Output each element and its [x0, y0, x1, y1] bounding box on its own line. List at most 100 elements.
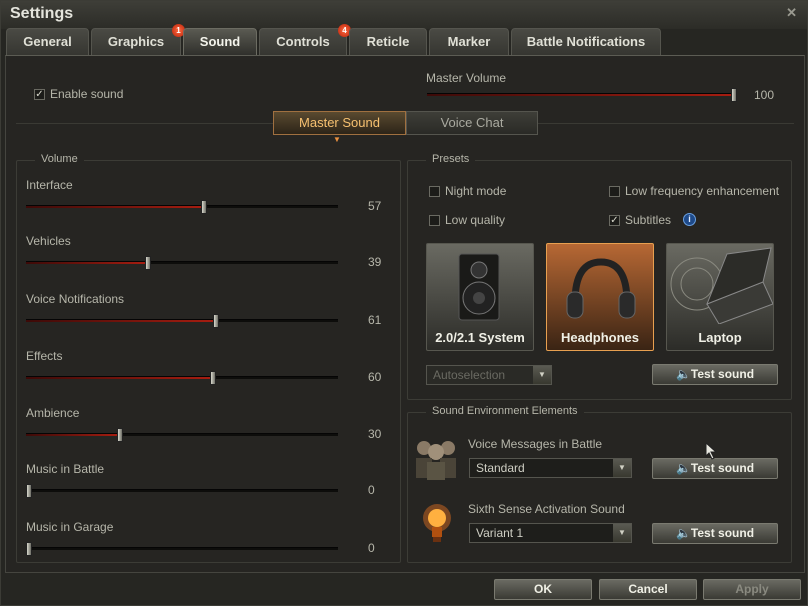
tab-general[interactable]: General — [6, 28, 89, 55]
slider-thumb[interactable] — [210, 371, 216, 385]
volume-slider-label: Vehicles — [26, 234, 71, 248]
button-label: Test sound — [690, 367, 755, 381]
master-sound-tab[interactable]: Master Sound — [273, 111, 406, 135]
sound-settings-panel: ✓ Enable sound Master Volume 100 Master … — [5, 55, 805, 573]
volume-slider-value: 0 — [368, 541, 375, 555]
slider-fill — [26, 320, 216, 322]
preset-label: Laptop — [698, 330, 742, 345]
preset-label: 2.0/2.1 System — [435, 330, 525, 345]
presets-group-title: Presets — [426, 153, 476, 165]
slider-thumb[interactable] — [117, 428, 123, 442]
slider-fill — [26, 206, 204, 208]
volume-slider-value: 30 — [368, 427, 382, 441]
tab-sound[interactable]: Sound — [183, 28, 257, 56]
sixth-sense-dropdown[interactable]: Variant 1 ▼ — [469, 523, 632, 543]
laptop-icon — [670, 247, 773, 325]
night-mode-checkbox[interactable] — [429, 186, 440, 197]
low-quality-label: Low quality — [445, 213, 506, 227]
volume-slider[interactable] — [26, 484, 338, 498]
tab-battle-notifications[interactable]: Battle Notifications — [511, 28, 661, 55]
voice-chat-tab[interactable]: Voice Chat — [406, 111, 538, 135]
volume-slider-label: Effects — [26, 349, 63, 363]
volume-slider-label: Music in Battle — [26, 462, 105, 476]
tab-marker[interactable]: Marker — [429, 28, 509, 55]
speaker-icon: 🔈 — [675, 367, 691, 381]
enable-sound-checkbox[interactable]: ✓ — [34, 89, 45, 100]
slider-thumb[interactable] — [213, 314, 219, 328]
tab-reticle[interactable]: Reticle — [349, 28, 427, 55]
volume-group-title: Volume — [35, 153, 84, 165]
test-sound-button[interactable]: 🔈Test sound — [652, 523, 778, 544]
preset-laptop[interactable]: Laptop — [666, 243, 774, 351]
mouse-cursor-icon — [705, 442, 718, 460]
volume-slider[interactable] — [26, 256, 338, 270]
tab-label: General — [23, 34, 72, 49]
title-bar: Settings ✕ — [1, 1, 807, 29]
preset-label: Headphones — [560, 330, 639, 345]
settings-window: Settings ✕ General Graphics 1 Sound Contr… — [0, 0, 808, 606]
slider-fill — [26, 262, 148, 264]
low-quality-checkbox[interactable] — [429, 215, 440, 226]
segment-label: Voice Chat — [440, 115, 504, 130]
slider-thumb[interactable] — [731, 88, 737, 102]
volume-slider[interactable] — [26, 200, 338, 214]
slider-thumb[interactable] — [26, 484, 32, 498]
chevron-down-icon: ▼ — [613, 459, 631, 477]
volume-slider-value: 57 — [368, 199, 382, 213]
volume-slider[interactable] — [26, 542, 338, 556]
tab-graphics[interactable]: Graphics 1 — [91, 24, 185, 55]
tab-controls[interactable]: Controls 4 — [259, 24, 351, 55]
subtitles-checkbox[interactable]: ✓ — [609, 215, 620, 226]
slider-thumb[interactable] — [201, 200, 207, 214]
info-icon[interactable]: i — [683, 213, 696, 226]
volume-slider[interactable] — [26, 428, 338, 442]
light-bulb-icon — [423, 504, 451, 542]
chevron-down-icon: ▼ — [613, 524, 631, 542]
close-icon[interactable]: ✕ — [786, 5, 797, 21]
slider-thumb[interactable] — [145, 256, 151, 270]
voice-messages-dropdown[interactable]: Standard ▼ — [469, 458, 632, 478]
preset-headphones[interactable]: Headphones — [546, 243, 654, 351]
slider-fill — [26, 377, 213, 379]
subtitles-label: Subtitles — [625, 213, 672, 227]
night-mode-label: Night mode — [445, 184, 507, 198]
tab-label: Reticle — [366, 34, 410, 49]
master-volume-slider[interactable] — [427, 88, 737, 102]
tab-label: Graphics — [107, 34, 165, 49]
volume-group: Volume — [16, 153, 401, 563]
volume-slider-value: 60 — [368, 370, 382, 384]
voice-messages-label: Voice Messages in Battle — [468, 437, 603, 451]
headphones-icon — [566, 258, 636, 319]
master-volume-value: 100 — [754, 88, 775, 102]
speaker-icon: 🔈 — [675, 461, 691, 475]
slider-fill — [26, 434, 120, 436]
crew-icon — [416, 441, 456, 480]
volume-slider-label: Music in Garage — [26, 520, 114, 534]
test-sound-button[interactable]: 🔈Test sound — [652, 364, 778, 385]
test-sound-button[interactable]: 🔈Test sound — [652, 458, 778, 479]
enable-sound-label: Enable sound — [50, 87, 124, 101]
volume-slider[interactable] — [26, 371, 338, 385]
sixth-sense-label: Sixth Sense Activation Sound — [468, 502, 625, 516]
dropdown-value: Variant 1 — [476, 526, 524, 540]
master-volume-label: Master Volume — [426, 71, 507, 85]
cancel-button[interactable]: Cancel — [599, 579, 697, 600]
volume-slider-label: Ambience — [26, 406, 80, 420]
ok-button[interactable]: OK — [494, 579, 592, 600]
speaker-icon: 🔈 — [675, 526, 691, 540]
speaker-icon — [458, 253, 500, 321]
slider-thumb[interactable] — [26, 542, 32, 556]
preset-stereo-system[interactable]: 2.0/2.1 System — [426, 243, 534, 351]
volume-slider-label: Voice Notifications — [26, 292, 125, 306]
tab-label: Sound — [199, 34, 241, 49]
low-frequency-checkbox[interactable] — [609, 186, 620, 197]
dropdown-value: Autoselection — [433, 368, 506, 382]
volume-slider[interactable] — [26, 314, 338, 328]
tab-label: Battle Notifications — [526, 34, 646, 49]
window-title: Settings — [10, 5, 74, 22]
button-label: Test sound — [690, 461, 755, 475]
volume-slider-label: Interface — [26, 178, 73, 192]
sound-environment-title: Sound Environment Elements — [426, 405, 584, 417]
apply-button[interactable]: Apply — [703, 579, 801, 600]
slider-fill — [427, 94, 737, 96]
